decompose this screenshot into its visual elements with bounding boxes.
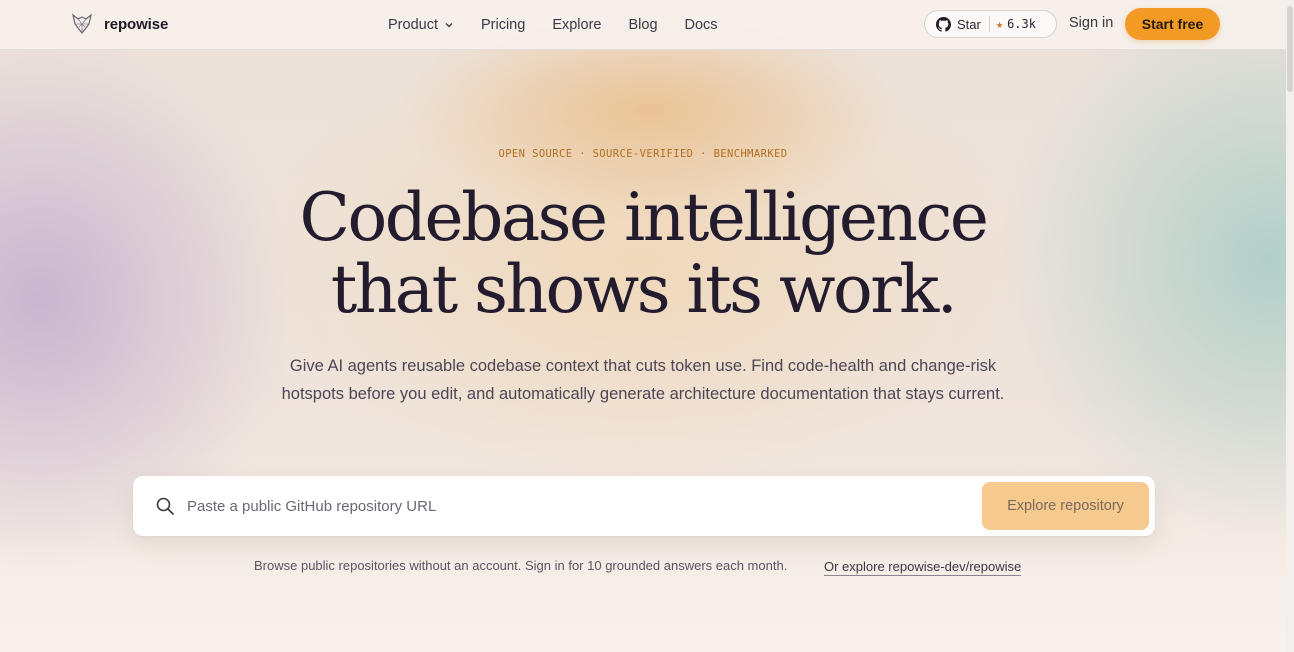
brand-name: repowise	[104, 15, 169, 33]
github-star-count-wrap: ★ 6.3k	[990, 17, 1036, 31]
headline-line-2: that shows its work.	[330, 251, 958, 328]
star-icon: ★	[995, 17, 1004, 31]
start-free-button[interactable]: Start free	[1125, 8, 1220, 40]
search-icon	[156, 497, 174, 515]
nav-links: Product Pricing Explore Blog Docs	[388, 0, 718, 50]
scrollbar-thumb[interactable]	[1287, 6, 1293, 92]
top-nav: repowise Product Pricing Explore Blog Do…	[0, 0, 1286, 50]
nav-explore[interactable]: Explore	[552, 17, 601, 33]
nav-product[interactable]: Product	[388, 17, 454, 33]
hero-eyebrow: OPEN SOURCE · SOURCE-VERIFIED · BENCHMAR…	[498, 148, 788, 160]
github-star-label: Star	[957, 16, 981, 32]
hero-subtext: Give AI agents reusable codebase context…	[281, 357, 1005, 403]
repo-url-input[interactable]	[187, 490, 967, 522]
github-icon	[936, 16, 951, 32]
headline-line-1: Codebase intelligence	[299, 179, 989, 256]
github-star-count: 6.3k	[1007, 17, 1036, 31]
search-footnote: Browse public repositories without an ac…	[254, 558, 788, 573]
nav-pricing[interactable]: Pricing	[481, 17, 525, 33]
nav-product-label: Product	[388, 17, 438, 33]
page-scrollbar[interactable]	[1286, 0, 1294, 652]
signin-link[interactable]: Sign in	[1069, 15, 1113, 31]
nav-docs[interactable]: Docs	[685, 17, 718, 33]
hero-headline: Codebase intelligence that shows its wor…	[0, 182, 1286, 326]
github-star-button[interactable]: Star ★ 6.3k	[924, 10, 1057, 38]
chevron-down-icon	[445, 23, 453, 28]
nav-blog[interactable]: Blog	[628, 17, 657, 33]
repo-search-card: Explore repository	[133, 476, 1155, 536]
wolf-logo-icon	[72, 13, 92, 34]
brand[interactable]: repowise	[70, 12, 168, 36]
github-star-left: Star	[925, 11, 989, 37]
explore-example-repo-link[interactable]: Or explore repowise-dev/repowise	[824, 559, 1022, 576]
explore-repository-button[interactable]: Explore repository	[982, 482, 1149, 530]
